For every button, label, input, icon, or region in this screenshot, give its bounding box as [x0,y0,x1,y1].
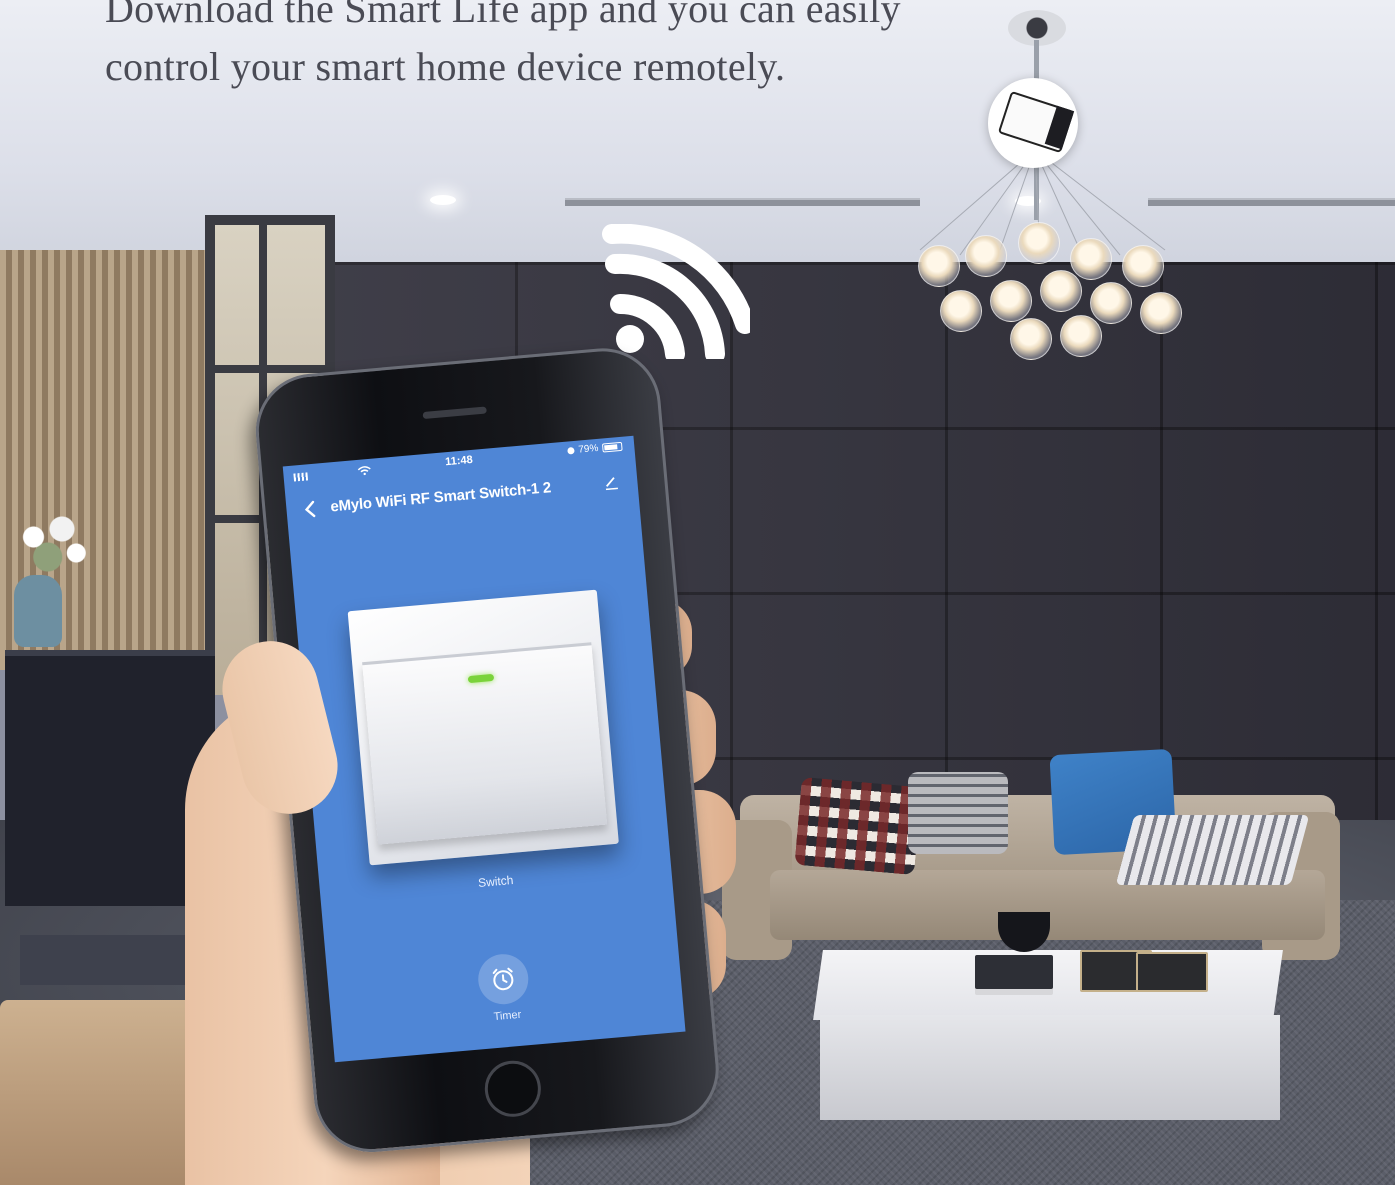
battery-icon [601,441,623,453]
timer-button[interactable] [476,952,531,1007]
bulb [1060,315,1102,357]
bulb [990,280,1032,322]
bulb [1040,270,1082,312]
wifi-icon [602,224,750,359]
bulb [1122,245,1164,287]
bulb [1018,222,1060,264]
headline: Download the Smart Life app and you can … [105,0,965,96]
phone-screen: 11:48 79% eMylo WiFi RF Smart Switch-1 2 [282,435,686,1063]
bulb [1140,292,1182,334]
book [1136,952,1208,992]
do-not-disturb-icon [567,447,575,455]
battery-fill [604,444,618,451]
battery-indicator: 79% [567,441,623,457]
vase [14,575,62,647]
pencil-icon [605,477,618,491]
flowers [5,505,100,585]
living-room-scene: Download the Smart Life app and you can … [0,0,1395,1185]
bulb [965,235,1007,277]
ceiling-light-slot [565,198,920,206]
edit-button[interactable] [598,469,624,495]
bulb [1010,318,1052,360]
downlight [430,195,456,205]
plaid-pillow [908,772,1008,854]
checkered-pillow [794,776,922,876]
bulb [940,290,982,332]
bulb [1090,282,1132,324]
book [975,955,1053,989]
battery-percent: 79% [577,442,599,456]
switch-toggle[interactable] [347,589,619,866]
device-title: eMylo WiFi RF Smart Switch-1 2 [329,479,552,516]
bulb [1070,238,1112,280]
alarm-clock-icon [492,967,514,991]
cabinet [5,650,215,906]
coffee-table-front [820,1015,1280,1120]
headline-line-2: control your smart home device remotely. [105,44,786,89]
switch-indicator-led [467,673,495,684]
back-button[interactable] [295,495,323,523]
switch-label: Switch [477,872,514,891]
switch-rocker[interactable] [362,642,608,845]
headline-line-1: Download the Smart Life app and you can … [105,0,901,31]
throw-blanket [1115,815,1310,885]
bulb [918,245,960,287]
chevron-left-icon [304,500,316,518]
